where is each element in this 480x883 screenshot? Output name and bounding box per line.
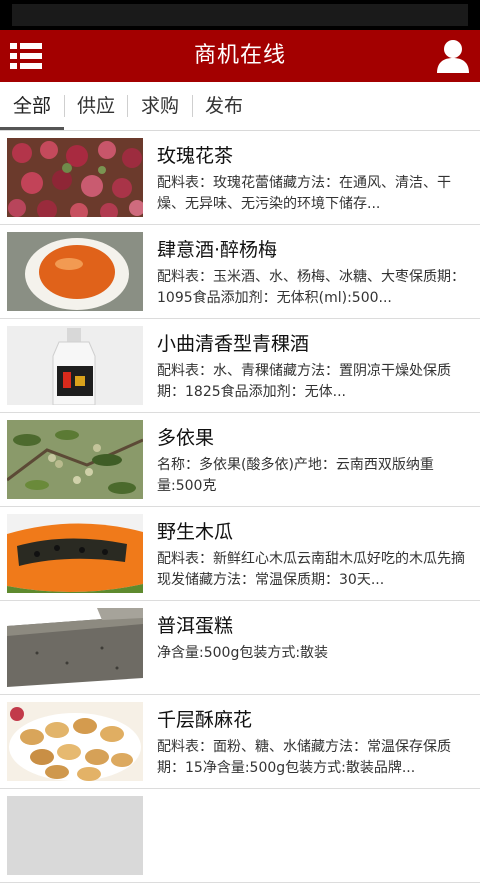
user-icon[interactable] — [434, 38, 472, 74]
tab-all[interactable]: 全部 — [0, 82, 64, 130]
partial-item-image — [7, 796, 143, 875]
tab-publish[interactable]: 发布 — [193, 82, 255, 130]
list-item[interactable]: 玫瑰花茶 配料表：玫瑰花蕾储藏方法：在通风、清洁、干燥、无异味、无污染的环境下储… — [0, 131, 480, 225]
tab-supply[interactable]: 供应 — [65, 82, 127, 130]
tab-bar: 全部 供应 求购 发布 — [0, 82, 480, 131]
product-list: 玫瑰花茶 配料表：玫瑰花蕾储藏方法：在通风、清洁、干燥、无异味、无污染的环境下储… — [0, 131, 480, 883]
papaya-image — [7, 514, 143, 593]
duoyi-fruit-image — [7, 420, 143, 499]
item-title: 千层酥麻花 — [157, 709, 253, 731]
item-title: 普洱蛋糕 — [157, 615, 234, 637]
active-tab-indicator — [0, 127, 64, 130]
puer-cake-image — [7, 608, 143, 687]
list-item[interactable]: 小曲清香型青稞酒 配料表：水、青稞储藏方法：置阴凉干燥处保质期：1825食品添加… — [0, 319, 480, 413]
item-description: 配料表：面粉、糖、水储藏方法：常温保存保质期：15净含量:500g包装方式:散装… — [157, 739, 451, 776]
item-description: 配料表：玫瑰花蕾储藏方法：在通风、清洁、干燥、无异味、无污染的环境下储存... — [157, 175, 451, 212]
crispy-twist-image — [7, 702, 143, 781]
item-description: 配料表：水、青稞储藏方法：置阴凉干燥处保质期：1825食品添加剂：无体... — [157, 363, 451, 400]
list-item[interactable]: 普洱蛋糕 净含量:500g包装方式:散装 — [0, 601, 480, 695]
rose-tea-image — [7, 138, 143, 217]
tab-purchase[interactable]: 求购 — [128, 82, 192, 130]
item-title: 小曲清香型青稞酒 — [157, 333, 310, 355]
status-bar — [0, 0, 480, 30]
item-title: 野生木瓜 — [157, 521, 234, 543]
list-item[interactable]: 野生木瓜 配料表：新鲜红心木瓜云南甜木瓜好吃的木瓜先摘现发储藏方法：常温保质期：… — [0, 507, 480, 601]
item-title: 玫瑰花茶 — [157, 145, 234, 167]
item-description: 配料表：玉米酒、水、杨梅、冰糖、大枣保质期：1095食品添加剂：无体积(ml):… — [157, 269, 465, 306]
item-title: 肆意酒·醉杨梅 — [157, 239, 278, 261]
list-item-partial[interactable] — [0, 789, 480, 883]
item-description: 名称：多依果(酸多依)产地：云南西双版纳重量:500克 — [157, 457, 434, 494]
bayberry-wine-image — [7, 232, 143, 311]
page-title: 商机在线 — [193, 43, 286, 68]
list-item[interactable]: 多依果 名称：多依果(酸多依)产地：云南西双版纳重量:500克 — [0, 413, 480, 507]
list-item[interactable]: 肆意酒·醉杨梅 配料表：玉米酒、水、杨梅、冰糖、大枣保质期：1095食品添加剂：… — [0, 225, 480, 319]
item-description: 净含量:500g包装方式:散装 — [157, 645, 329, 661]
item-title: 多依果 — [157, 427, 215, 449]
app-header: 商机在线 — [0, 30, 480, 82]
list-item[interactable]: 千层酥麻花 配料表：面粉、糖、水储藏方法：常温保存保质期：15净含量:500g包… — [0, 695, 480, 789]
barley-wine-image — [7, 326, 143, 405]
item-description: 配料表：新鲜红心木瓜云南甜木瓜好吃的木瓜先摘现发储藏方法：常温保质期：30天..… — [157, 551, 465, 588]
